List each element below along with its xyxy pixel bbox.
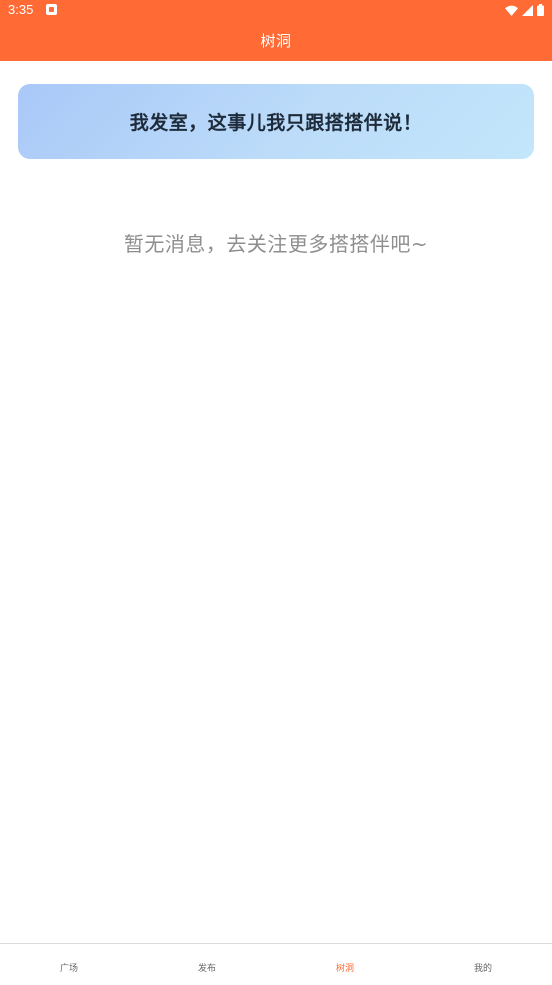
banner-text: 我发室，这事儿我只跟搭搭伴说！ <box>129 112 423 134</box>
empty-state-message: 暂无消息，去关注更多搭搭伴吧~ <box>123 232 429 256</box>
nav-item-treehole[interactable]: 树洞 <box>276 944 414 985</box>
cell-signal-icon <box>522 4 533 16</box>
page-title: 树洞 <box>260 32 292 50</box>
status-bar: 3:35 <box>0 0 552 20</box>
screen: 3:35 树洞 我发室，这事儿我只跟搭搭伴说！ 暂无消息，去关注更多搭搭伴吧~ … <box>0 0 552 985</box>
treehole-banner[interactable]: 我发室，这事儿我只跟搭搭伴说！ <box>18 84 534 159</box>
status-time: 3:35 <box>8 2 34 17</box>
nav-item-square[interactable]: 广场 <box>0 944 138 985</box>
app-bar: 树洞 <box>0 20 552 61</box>
nav-item-mine[interactable]: 我的 <box>414 944 552 985</box>
nav-item-publish[interactable]: 发布 <box>138 944 276 985</box>
bottom-nav: 广场 发布 树洞 我的 <box>0 943 552 985</box>
battery-icon <box>537 4 544 16</box>
notification-app-icon <box>46 4 57 15</box>
wifi-icon <box>505 5 518 16</box>
status-icons <box>505 2 544 18</box>
